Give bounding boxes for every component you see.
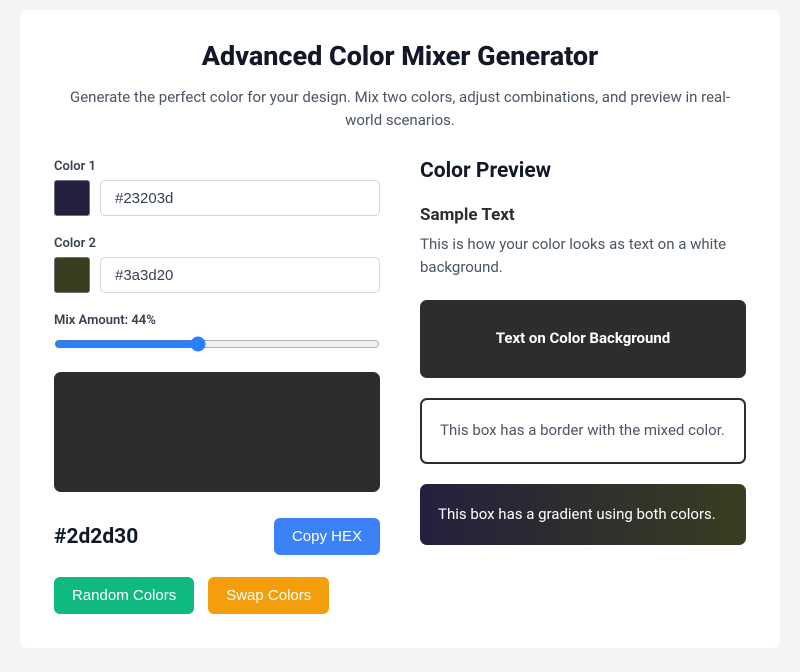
swap-colors-button[interactable]: Swap Colors <box>208 577 329 614</box>
random-colors-button[interactable]: Random Colors <box>54 577 194 614</box>
mix-slider[interactable] <box>54 336 380 352</box>
result-row: #2d2d30 Copy HEX <box>54 518 380 555</box>
sample-title: Sample Text <box>420 205 746 225</box>
mix-label: Mix Amount: 44% <box>54 313 380 328</box>
color1-label: Color 1 <box>54 159 380 174</box>
page-title: Advanced Color Mixer Generator <box>54 40 746 72</box>
sample-desc: This is how your color looks as text on … <box>420 233 746 278</box>
color2-swatch[interactable] <box>54 257 90 293</box>
page-subtitle: Generate the perfect color for your desi… <box>54 86 746 131</box>
action-button-row: Random Colors Swap Colors <box>54 577 380 614</box>
color1-row <box>54 180 380 216</box>
main-columns: Color 1 Color 2 Mix Amount: 44% #2d2d30 … <box>54 159 746 614</box>
color2-row <box>54 257 380 293</box>
border-panel: This box has a border with the mixed col… <box>420 398 746 464</box>
color2-label: Color 2 <box>54 236 380 251</box>
color1-input[interactable] <box>100 180 380 216</box>
text-on-color-panel: Text on Color Background <box>420 300 746 378</box>
text-on-color-label: Text on Color Background <box>496 329 671 347</box>
gradient-panel: This box has a gradient using both color… <box>420 484 746 546</box>
color2-input[interactable] <box>100 257 380 293</box>
preview-heading: Color Preview <box>420 159 746 183</box>
sample-text-block: Sample Text This is how your color looks… <box>420 205 746 278</box>
copy-hex-button[interactable]: Copy HEX <box>274 518 380 555</box>
result-swatch <box>54 372 380 492</box>
preview-column: Color Preview Sample Text This is how yo… <box>420 159 746 614</box>
color1-swatch[interactable] <box>54 180 90 216</box>
gradient-panel-text: This box has a gradient using both color… <box>438 505 716 523</box>
controls-column: Color 1 Color 2 Mix Amount: 44% #2d2d30 … <box>54 159 380 614</box>
result-hex: #2d2d30 <box>54 525 138 549</box>
app-card: Advanced Color Mixer Generator Generate … <box>20 10 780 648</box>
border-panel-text: This box has a border with the mixed col… <box>440 421 725 439</box>
